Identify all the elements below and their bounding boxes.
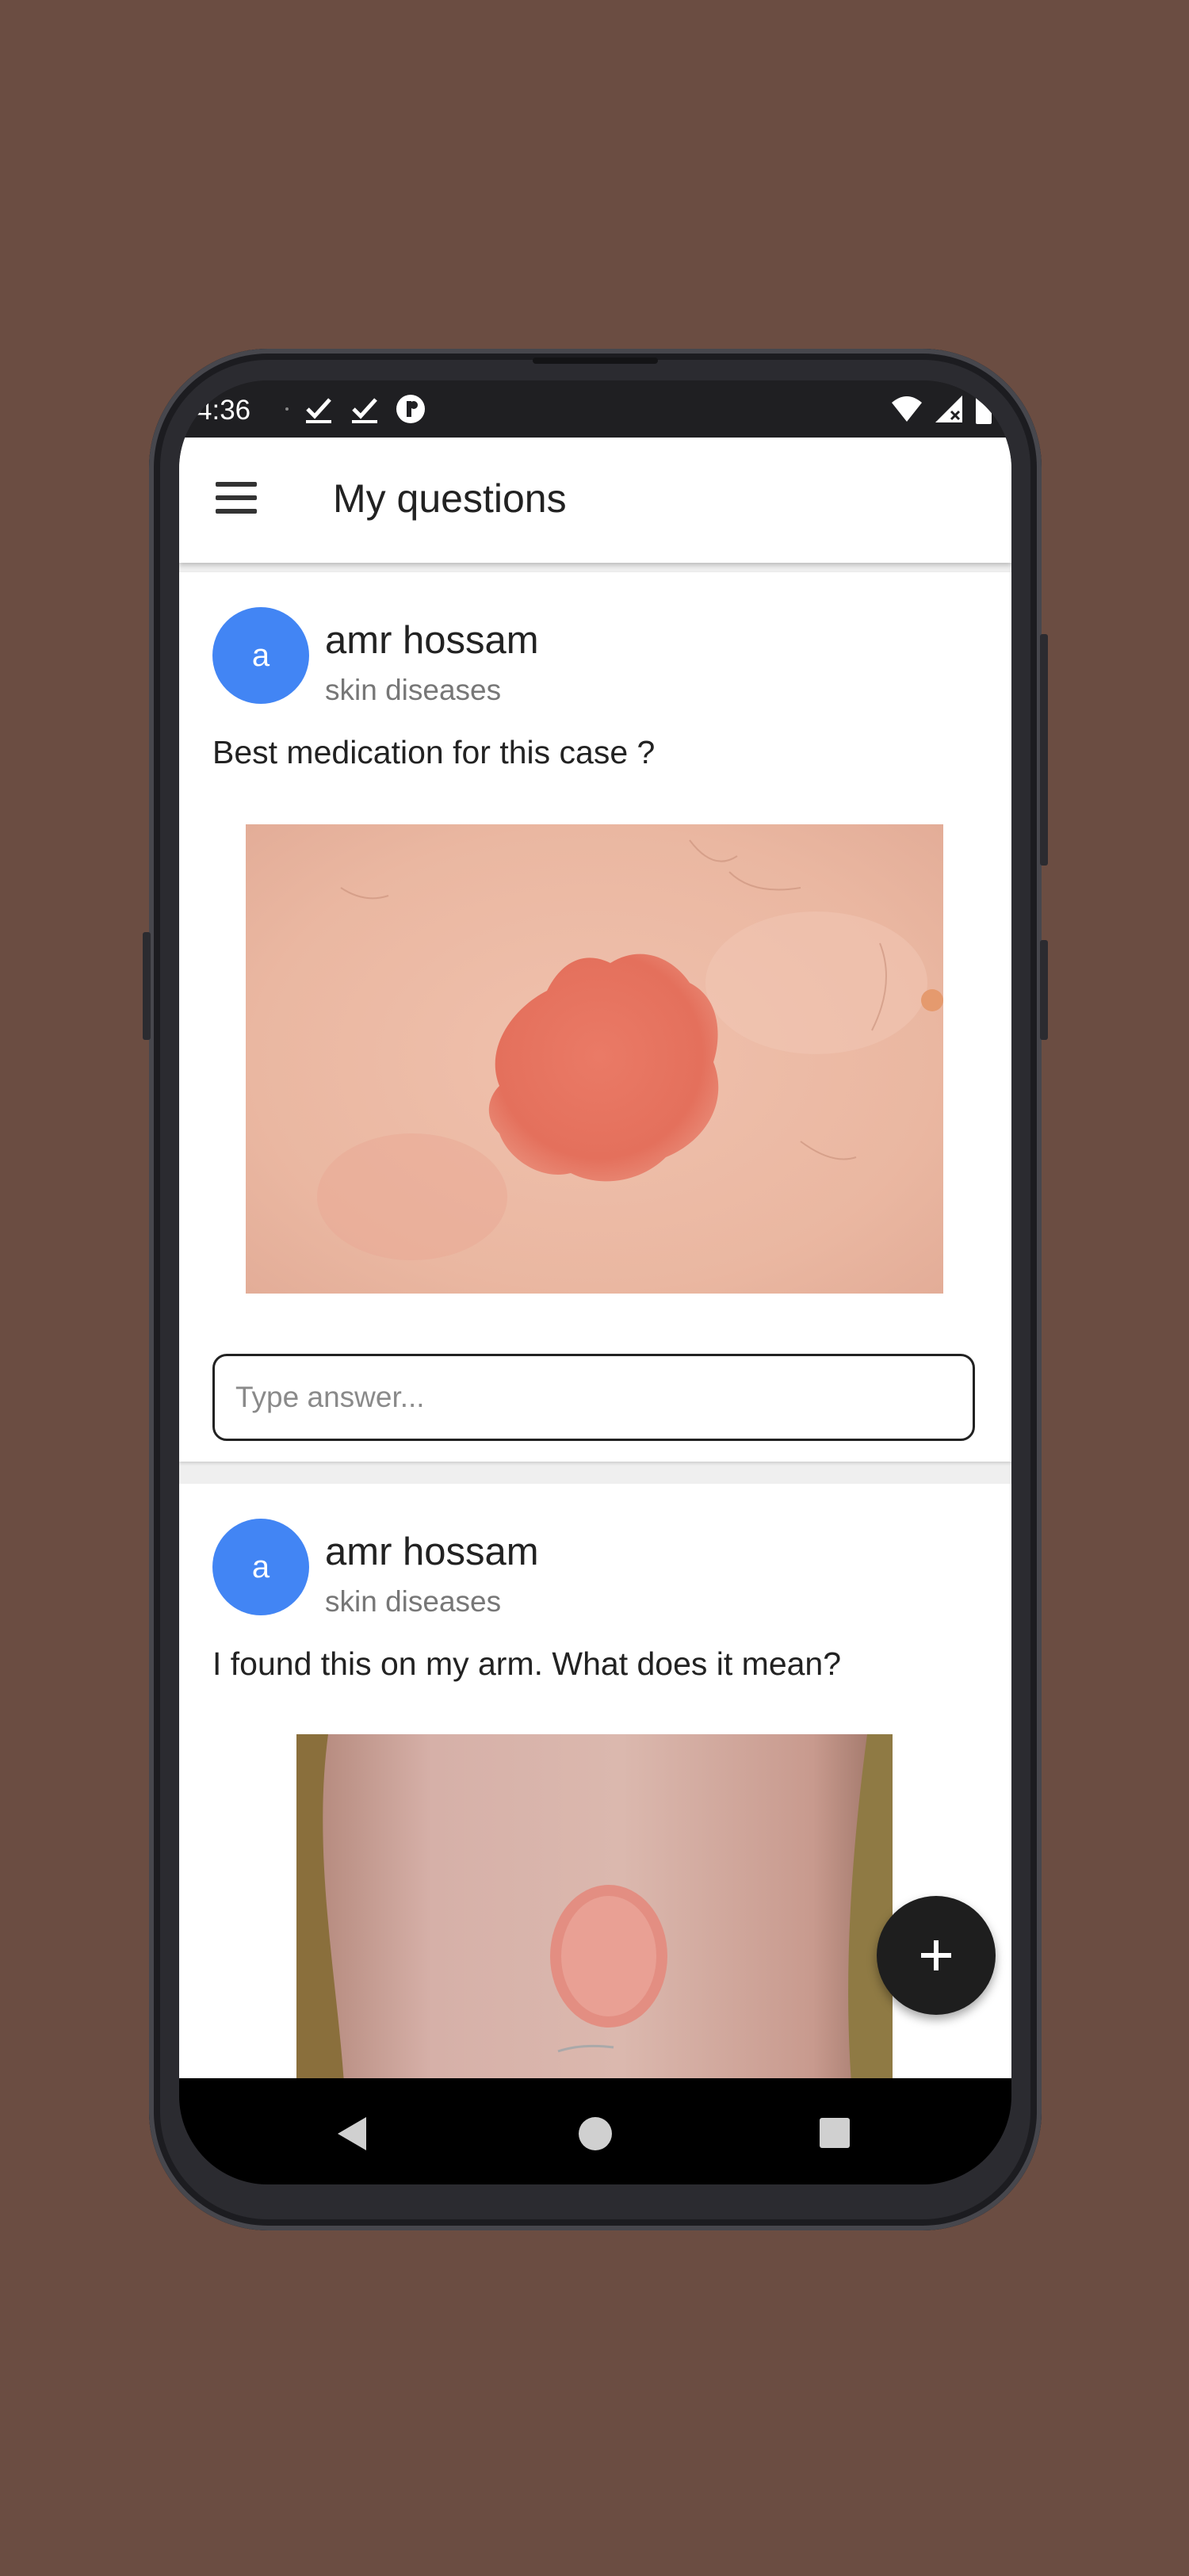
app-bar: My questions — [179, 438, 1011, 563]
navigation-bar — [179, 2078, 1011, 2184]
author-name: amr hossam — [325, 619, 539, 662]
question-photo — [296, 1734, 893, 2078]
circle-home-icon[interactable] — [577, 2115, 614, 2152]
square-recents-icon[interactable] — [818, 2116, 851, 2150]
app-content: My questions a amr hossam skin diseases … — [179, 438, 1011, 2078]
volume-button-left — [143, 932, 151, 1040]
status-bar: 4:36 — [179, 380, 1011, 438]
page-title: My questions — [333, 476, 567, 521]
hamburger-menu-icon[interactable] — [216, 482, 257, 517]
checkmark-notification-icon — [306, 398, 331, 423]
skin-lesion-image — [296, 1734, 893, 2078]
triangle-back-icon[interactable] — [335, 2114, 369, 2154]
category-label: skin diseases — [325, 674, 502, 706]
notification-icons — [285, 392, 426, 426]
system-icons — [891, 392, 992, 426]
status-time: 4:36 — [197, 395, 251, 426]
answer-input[interactable] — [212, 1354, 975, 1441]
avatar: a — [212, 607, 309, 704]
question-card: a amr hossam skin diseases Best medicati… — [179, 572, 1011, 1462]
earpiece-speaker — [533, 357, 658, 364]
volume-button-right — [1040, 940, 1048, 1040]
phone-screen: 4:36 My questions a amr hossam skin dise… — [179, 380, 1011, 2184]
wifi-icon — [892, 396, 922, 422]
question-text: I found this on my arm. What does it mea… — [212, 1645, 842, 1682]
skin-lesion-image — [246, 824, 943, 1294]
checkmark-notification-icon — [352, 398, 377, 423]
plus-icon — [921, 1940, 951, 1970]
question-photo — [246, 824, 943, 1294]
dot-icon — [285, 407, 289, 411]
add-question-button[interactable] — [877, 1896, 996, 2015]
category-label: skin diseases — [325, 1585, 502, 1618]
question-text: Best medication for this case ? — [212, 734, 656, 770]
avatar: a — [212, 1519, 309, 1615]
battery-icon — [976, 394, 992, 424]
app-notification-icon — [396, 395, 425, 423]
author-name: amr hossam — [325, 1531, 539, 1573]
cellular-signal-icon — [935, 396, 962, 422]
power-button — [1040, 634, 1048, 866]
